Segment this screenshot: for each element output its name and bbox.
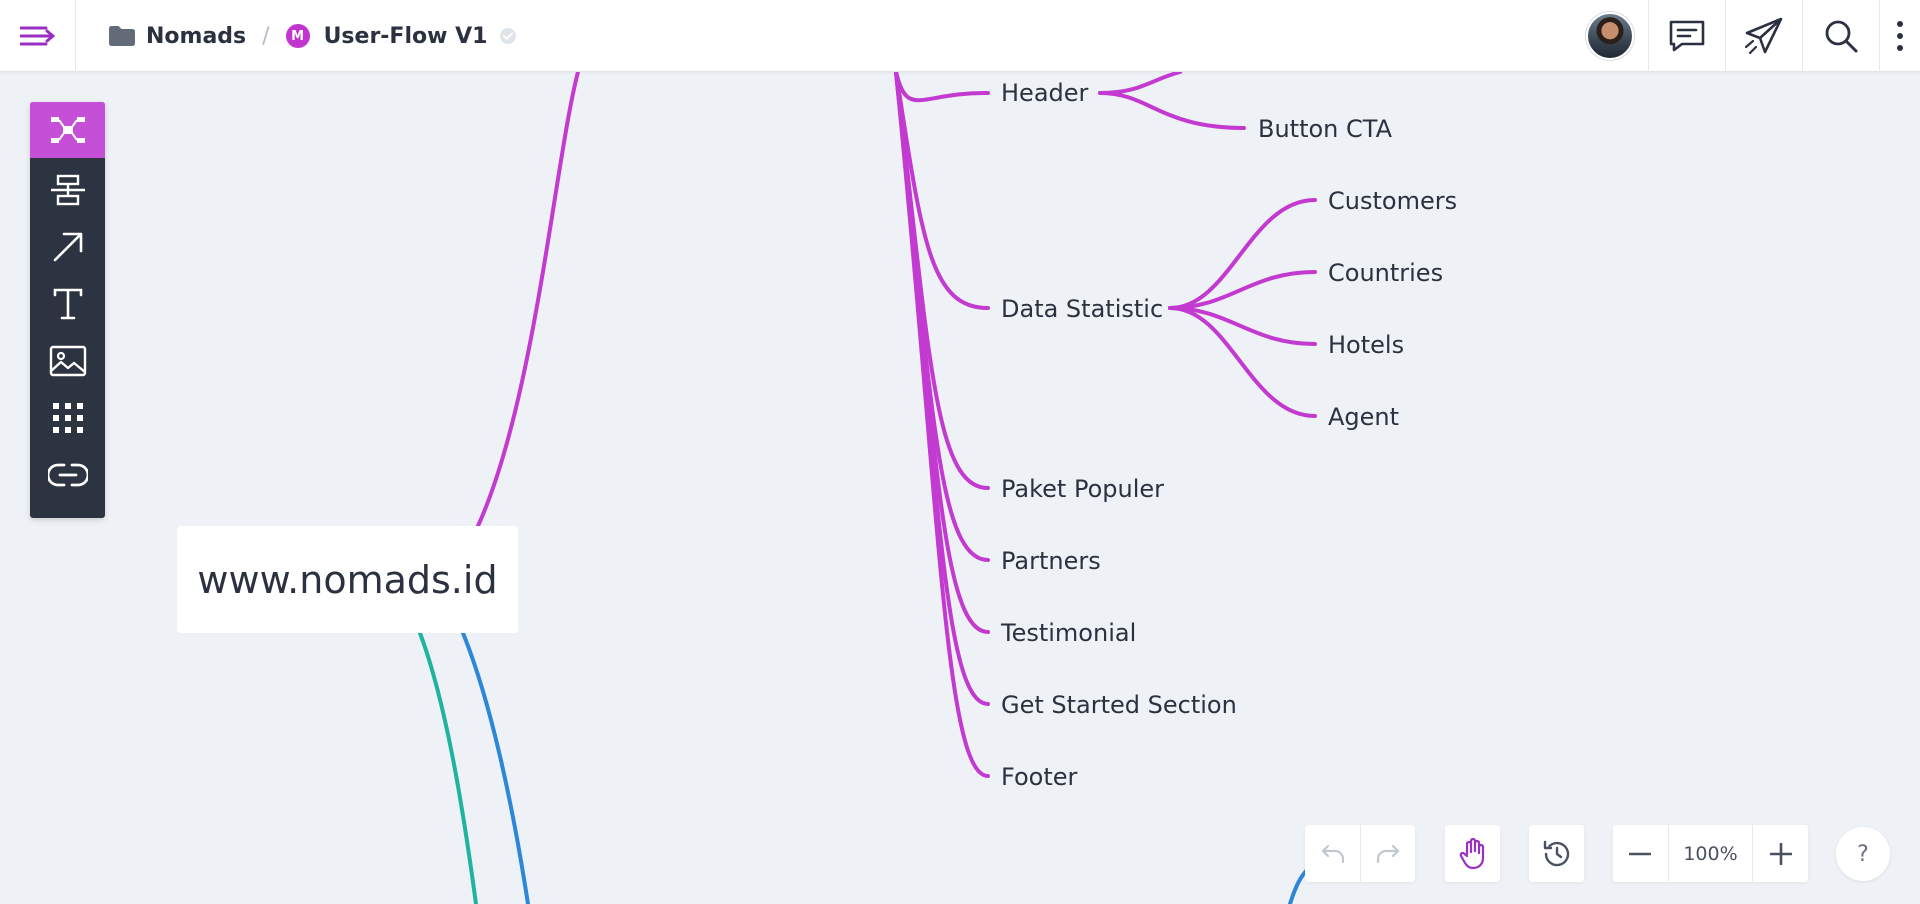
redo-button[interactable] (1360, 825, 1415, 882)
node-footer[interactable]: Footer (1001, 763, 1077, 791)
node-agent[interactable]: Agent (1328, 403, 1399, 431)
flowchart-tool-button[interactable] (30, 161, 105, 218)
help-button[interactable]: ? (1836, 827, 1890, 881)
zoom-level[interactable]: 100% (1667, 825, 1754, 882)
link-icon (47, 463, 88, 486)
node-header[interactable]: Header (1001, 79, 1088, 107)
undo-button[interactable] (1305, 825, 1360, 882)
menu-arrow-icon (19, 26, 54, 46)
mindmap-icon (50, 117, 85, 143)
undo-redo-group (1305, 825, 1415, 882)
share-button[interactable] (1725, 0, 1802, 72)
root-node[interactable]: www.nomads.id (177, 526, 518, 633)
arrow-icon (53, 232, 82, 261)
zoom-in-button[interactable] (1753, 825, 1808, 882)
node-partners[interactable]: Partners (1001, 547, 1101, 575)
zoom-group: 100% (1613, 825, 1808, 882)
more-vertical-icon (1897, 21, 1903, 51)
folder-icon (109, 26, 135, 46)
pan-group (1445, 825, 1500, 882)
node-paket-populer[interactable]: Paket Populer (1001, 475, 1164, 503)
text-icon (53, 288, 82, 319)
project-title[interactable]: User-Flow V1 (324, 24, 488, 49)
grid-tool-button[interactable] (30, 389, 105, 446)
hand-icon (1459, 837, 1484, 869)
breadcrumb: Nomads / M User-Flow V1 (108, 0, 517, 72)
node-get-started-section[interactable]: Get Started Section (1001, 691, 1237, 719)
comment-icon (1669, 20, 1705, 52)
grid-dots-icon (52, 402, 83, 433)
zoom-out-button[interactable] (1613, 825, 1668, 882)
image-icon (49, 345, 86, 376)
mindmap-connectors (418, 72, 1317, 904)
more-options-button[interactable] (1879, 0, 1920, 72)
history-icon (1543, 840, 1569, 866)
search-button[interactable] (1802, 0, 1879, 72)
text-tool-button[interactable] (30, 275, 105, 332)
node-button-cta[interactable]: Button CTA (1258, 115, 1392, 143)
breadcrumb-separator: / (262, 23, 270, 49)
arrow-tool-button[interactable] (30, 218, 105, 275)
minus-icon (1629, 852, 1652, 855)
top-bar: Nomads / M User-Flow V1 (0, 0, 1920, 72)
flowchart-icon (50, 174, 85, 205)
comments-button[interactable] (1648, 0, 1725, 72)
node-data-statistic[interactable]: Data Statistic (1001, 295, 1163, 323)
node-hotels[interactable]: Hotels (1328, 331, 1404, 359)
breadcrumb-folder-link[interactable]: Nomads (146, 24, 246, 49)
image-tool-button[interactable] (30, 332, 105, 389)
pan-hand-button[interactable] (1445, 825, 1500, 882)
node-testimonial[interactable]: Testimonial (1001, 619, 1136, 647)
undo-icon (1321, 844, 1344, 863)
project-badge: M (285, 24, 310, 48)
user-avatar-button[interactable] (1571, 0, 1648, 72)
avatar (1585, 12, 1634, 60)
plus-icon (1769, 842, 1792, 865)
history-button[interactable] (1529, 825, 1584, 882)
send-icon (1744, 17, 1783, 55)
mindmap-tool-button[interactable] (30, 102, 105, 158)
sidebar-toggle-button[interactable] (0, 0, 76, 72)
search-icon (1825, 20, 1858, 53)
history-group (1529, 825, 1584, 882)
redo-icon (1376, 844, 1400, 863)
verified-check-icon (499, 27, 517, 45)
node-countries[interactable]: Countries (1328, 259, 1443, 287)
top-actions (1571, 0, 1920, 72)
link-tool-button[interactable] (30, 446, 105, 503)
tools-panel (30, 102, 105, 518)
node-customers[interactable]: Customers (1328, 187, 1457, 215)
